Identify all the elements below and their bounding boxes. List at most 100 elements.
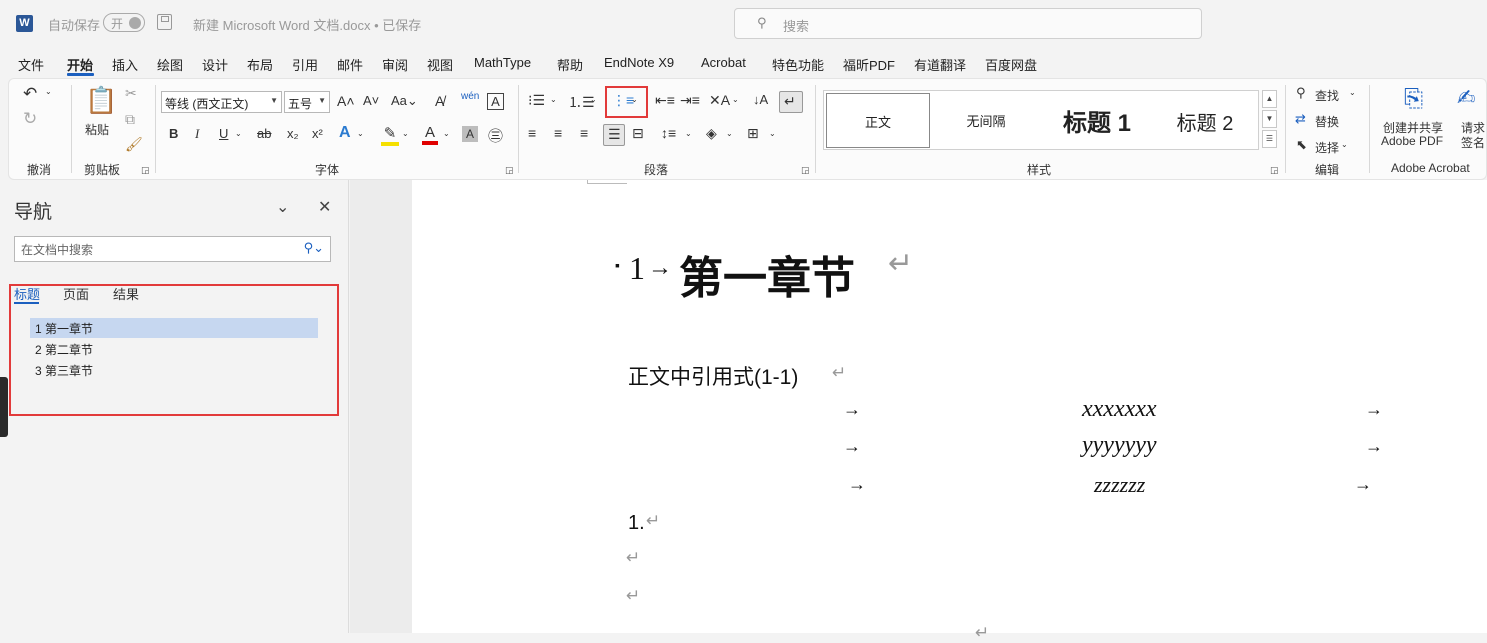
tab-home[interactable]: 开始	[67, 55, 93, 74]
select-label[interactable]: 选择	[1315, 139, 1339, 156]
align-center-icon[interactable]: ≡	[554, 125, 562, 141]
superscript-icon[interactable]: x²	[312, 126, 323, 141]
style-heading-2[interactable]: 标题 2	[1152, 93, 1258, 148]
tab-youdao-translate[interactable]: 有道翻译	[914, 55, 966, 74]
clipboard-launcher-icon[interactable]: ◲	[141, 165, 150, 176]
justify-button[interactable]: ☰	[603, 124, 625, 146]
tab-acrobat[interactable]: Acrobat	[701, 55, 746, 70]
tab-insert[interactable]: 插入	[112, 55, 138, 74]
list-item-number[interactable]: 1.	[628, 512, 645, 535]
styles-scroll-up-icon[interactable]: ▲	[1262, 90, 1277, 108]
font-color-icon[interactable]: A	[422, 124, 438, 145]
strikethrough-icon[interactable]: ab	[257, 126, 271, 141]
copy-icon[interactable]: ⧉	[125, 111, 135, 128]
side-handle[interactable]	[0, 377, 8, 437]
align-left-icon[interactable]: ≡	[528, 125, 536, 141]
multilevel-list-dropdown-icon[interactable]: ⌄	[631, 95, 638, 104]
show-marks-button[interactable]: ↵	[779, 91, 803, 113]
borders-icon[interactable]: ⊞	[747, 125, 759, 142]
tab-references[interactable]: 引用	[292, 55, 318, 74]
bullets-icon[interactable]: ⁝☰	[528, 92, 545, 109]
styles-scroll-down-icon[interactable]: ▼	[1262, 110, 1277, 128]
subscript-icon[interactable]: x₂	[287, 126, 299, 141]
chinese-layout-icon[interactable]: ✕A	[709, 92, 730, 109]
equation-1[interactable]: xxxxxxx	[1082, 396, 1157, 423]
distributed-icon[interactable]: ⊟	[632, 125, 644, 142]
font-name-dropdown[interactable]: 等线 (西文正文) ▼	[161, 91, 282, 113]
tab-foxit-pdf[interactable]: 福昕PDF	[843, 55, 895, 74]
body-text[interactable]: 正文中引用式(1-1)	[628, 361, 798, 391]
request-signature-icon[interactable]: ✍	[1457, 85, 1475, 111]
font-size-dropdown[interactable]: 五号 ▼	[284, 91, 330, 113]
highlight-dropdown-icon[interactable]: ⌄	[402, 129, 409, 138]
font-color-dropdown-icon[interactable]: ⌄	[443, 129, 450, 138]
tab-design[interactable]: 设计	[202, 55, 228, 74]
replace-icon[interactable]: ⇄	[1295, 111, 1306, 127]
tab-baidu-netdisk[interactable]: 百度网盘	[985, 55, 1037, 74]
character-shading-icon[interactable]: A	[462, 126, 478, 142]
text-effects-dropdown-icon[interactable]: ⌄	[357, 129, 364, 138]
line-spacing-dropdown-icon[interactable]: ⌄	[685, 129, 692, 138]
find-icon[interactable]: ⚲	[1296, 85, 1306, 101]
find-label[interactable]: 查找	[1315, 87, 1339, 104]
styles-more-icon[interactable]: ☰	[1262, 130, 1277, 148]
line-spacing-icon[interactable]: ↕≡	[661, 125, 676, 141]
tab-layout[interactable]: 布局	[247, 55, 273, 74]
paste-label[interactable]: 粘贴	[85, 121, 109, 138]
shading-dropdown-icon[interactable]: ⌄	[726, 129, 733, 138]
heading-text[interactable]: 第一章节	[679, 242, 855, 306]
tab-endnote[interactable]: EndNote X9	[604, 55, 674, 70]
highlight-color-icon[interactable]: ✎	[381, 124, 399, 146]
decrease-indent-icon[interactable]: ⇤≡	[655, 92, 675, 109]
select-icon[interactable]: ⬉	[1296, 137, 1307, 153]
document-page[interactable]: ▪ 1 → 第一章节 ↵ 正文中引用式(1-1) ↵ → xxxxxxx → →…	[412, 180, 1487, 642]
tab-review[interactable]: 审阅	[382, 55, 408, 74]
text-effects-icon[interactable]: A	[339, 124, 351, 142]
shrink-font-icon[interactable]: A˅	[363, 93, 379, 108]
phonetic-guide-icon[interactable]: wén	[461, 91, 479, 102]
style-heading-1[interactable]: 标题 1	[1042, 93, 1152, 148]
enclose-characters-icon[interactable]: ㊂	[488, 125, 503, 146]
request-signature-label-line2[interactable]: 签名	[1461, 134, 1485, 151]
title-search-box[interactable]: ⚲ 搜索	[734, 8, 1202, 39]
create-pdf-icon[interactable]: ⎘	[1404, 85, 1423, 113]
shading-icon[interactable]: ◈	[706, 125, 717, 142]
chevron-down-icon[interactable]: ⌄	[276, 197, 289, 217]
font-launcher-icon[interactable]: ◲	[505, 165, 514, 176]
grow-font-icon[interactable]: A˄	[337, 93, 355, 109]
find-dropdown-icon[interactable]: ⌄	[1349, 88, 1356, 97]
underline-icon[interactable]: U	[219, 126, 228, 141]
numbering-dropdown-icon[interactable]: ⌄	[590, 95, 597, 104]
autosave-toggle[interactable]: 开	[103, 13, 145, 32]
nav-search-input[interactable]: 在文档中搜索 ⚲⌄	[14, 236, 331, 262]
tab-draw[interactable]: 绘图	[157, 55, 183, 74]
chinese-layout-dropdown-icon[interactable]: ⌄	[732, 95, 739, 104]
bold-icon[interactable]: B	[169, 126, 178, 141]
tab-file[interactable]: 文件	[18, 55, 44, 74]
tab-view[interactable]: 视图	[427, 55, 453, 74]
tab-special-features[interactable]: 特色功能	[772, 55, 824, 74]
bullets-dropdown-icon[interactable]: ⌄	[550, 95, 557, 104]
style-no-spacing[interactable]: 无间隔	[932, 93, 1040, 148]
create-pdf-label-line2[interactable]: Adobe PDF	[1381, 134, 1443, 148]
format-painter-icon[interactable]: 🖌	[125, 136, 143, 153]
paragraph-launcher-icon[interactable]: ◲	[801, 165, 810, 176]
style-normal[interactable]: 正文	[826, 93, 930, 148]
replace-label[interactable]: 替换	[1315, 113, 1339, 130]
search-icon[interactable]: ⚲⌄	[304, 240, 324, 256]
tab-mathtype[interactable]: MathType	[474, 55, 531, 70]
underline-dropdown-icon[interactable]: ⌄	[235, 129, 242, 138]
styles-launcher-icon[interactable]: ◲	[1270, 165, 1279, 176]
character-border-icon[interactable]: A	[487, 93, 504, 110]
redo-icon[interactable]: ↻	[23, 109, 37, 129]
close-icon[interactable]: ✕	[318, 197, 331, 217]
undo-icon[interactable]: ↶	[23, 84, 37, 104]
document-title[interactable]: 新建 Microsoft Word 文档.docx • 已保存	[193, 15, 421, 34]
increase-indent-icon[interactable]: ⇥≡	[680, 92, 700, 109]
clear-formatting-icon[interactable]: A̸	[435, 93, 444, 109]
tab-mailings[interactable]: 邮件	[337, 55, 363, 74]
borders-dropdown-icon[interactable]: ⌄	[769, 129, 776, 138]
equation-2[interactable]: yyyyyyy	[1082, 432, 1157, 459]
equation-3[interactable]: zzzzzz	[1094, 472, 1145, 498]
align-right-icon[interactable]: ≡	[580, 125, 588, 141]
